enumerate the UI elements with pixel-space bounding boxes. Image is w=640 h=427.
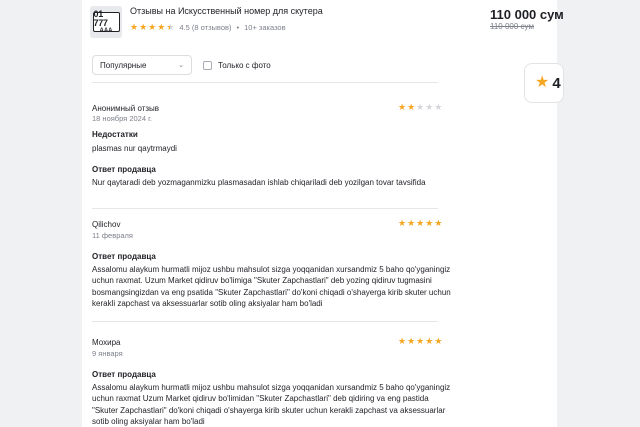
review-author: Мохира bbox=[92, 338, 121, 347]
photo-only-label: Только с фото bbox=[218, 61, 271, 70]
cons-text: plasmas nur qaytrmaydi bbox=[92, 144, 177, 153]
star-icon: ★ bbox=[434, 336, 443, 346]
star-icon: ★ bbox=[434, 218, 443, 228]
chevron-down-icon: ⌄ bbox=[178, 62, 184, 69]
review-date: 18 ноября 2024 г. bbox=[92, 114, 152, 123]
star-icon: ★ bbox=[425, 102, 434, 112]
product-price: 110 000 сум bbox=[490, 7, 564, 22]
star-icon: ★ bbox=[407, 336, 416, 346]
sort-dropdown[interactable]: Популярные ⌄ bbox=[92, 55, 192, 75]
review-stars: ★ ★ ★ ★ ★ bbox=[398, 219, 442, 228]
divider bbox=[92, 82, 438, 83]
review-stars: ★ ★ ★ ★ ★ bbox=[398, 337, 442, 346]
plate-letters: AAA bbox=[99, 28, 113, 34]
star-icon: ★ bbox=[398, 102, 407, 112]
review-stars: ★ ★ ★ ★ ★ bbox=[398, 103, 442, 112]
product-old-price: 110 000 сум bbox=[490, 22, 534, 31]
separator-dot: • bbox=[236, 23, 240, 32]
seller-reply-label: Ответ продавца bbox=[92, 370, 156, 379]
review-author: Qilichov bbox=[92, 220, 121, 229]
review-author: Анонимный отзыв bbox=[92, 104, 160, 113]
star-icon: ★ bbox=[434, 102, 443, 112]
page-title: Отзывы на Искусственный номер для скутер… bbox=[130, 6, 323, 16]
product-stars: ★ ★ ★ ★ ★ bbox=[130, 23, 174, 32]
review-date: 9 января bbox=[92, 349, 123, 358]
star-icon: ★ bbox=[425, 336, 434, 346]
review-date: 11 февраля bbox=[92, 231, 133, 240]
product-rating-row: ★ ★ ★ ★ ★ 4.5 (8 отзывов) • 10+ заказов bbox=[130, 23, 286, 33]
star-icon: ★ bbox=[398, 336, 407, 346]
rating-summary: 4.5 (8 отзывов) bbox=[179, 23, 232, 32]
side-rating-value: 4 bbox=[552, 74, 561, 92]
divider bbox=[92, 208, 438, 209]
star-icon: ★ bbox=[416, 218, 425, 228]
photo-only-filter[interactable]: Только с фото bbox=[203, 61, 271, 70]
star-icon: ★ bbox=[148, 22, 157, 32]
sort-label: Популярные bbox=[100, 60, 147, 70]
seller-reply-text: Assalomu alaykum hurmatli mijoz ushbu ma… bbox=[92, 265, 451, 308]
half-star-icon: ★ bbox=[166, 22, 175, 32]
star-icon: ★ bbox=[398, 218, 407, 228]
star-icon: ★ bbox=[416, 336, 425, 346]
orders-count: 10+ заказов bbox=[244, 23, 286, 32]
star-icon: ★ bbox=[425, 218, 434, 228]
divider bbox=[92, 321, 438, 322]
star-icon: ★ bbox=[416, 102, 425, 112]
cons-label: Недостатки bbox=[92, 130, 138, 139]
star-icon: ★ bbox=[139, 22, 148, 32]
rating-side-card: ★ 4 bbox=[524, 63, 564, 103]
plate-number: 01 777 bbox=[93, 9, 108, 28]
star-icon: ★ bbox=[535, 74, 550, 91]
seller-reply-text: Assalomu alaykum hurmatli mijoz ushbu ma… bbox=[92, 383, 451, 426]
seller-reply-label: Ответ продавца bbox=[92, 252, 156, 261]
star-icon: ★ bbox=[157, 22, 166, 32]
seller-reply-label: Ответ продавца bbox=[92, 165, 156, 174]
star-icon: ★ bbox=[407, 102, 416, 112]
star-icon: ★ bbox=[407, 218, 416, 228]
seller-reply-text: Nur qaytaradi deb yozmaganmizku plasmasa… bbox=[92, 178, 426, 187]
license-plate-image: 01 777 AAA bbox=[92, 9, 120, 34]
photo-only-checkbox[interactable] bbox=[203, 61, 212, 70]
star-icon: ★ bbox=[130, 22, 139, 32]
product-thumbnail[interactable]: 01 777 AAA bbox=[90, 6, 122, 38]
